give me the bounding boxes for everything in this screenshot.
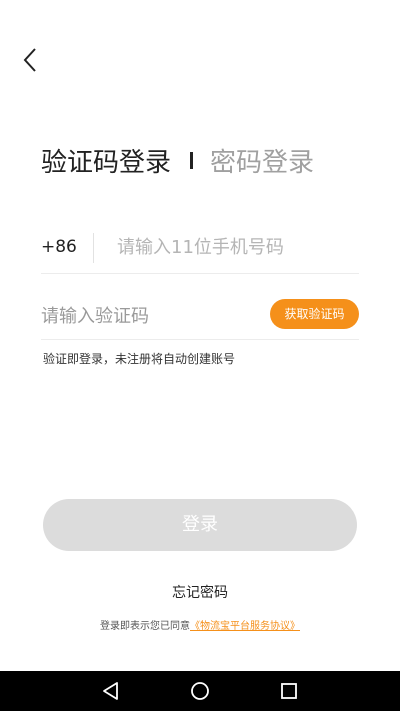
agreement-link[interactable]: 《物流宝平台服务协议》: [190, 621, 300, 632]
back-button[interactable]: [18, 44, 46, 76]
auto-register-hint: 验证即登录，未注册将自动创建账号: [43, 352, 236, 366]
login-button[interactable]: 登录: [43, 499, 357, 551]
forgot-password-link[interactable]: 忘记密码: [172, 585, 228, 601]
nav-back-button[interactable]: [100, 680, 122, 702]
login-tabs: 验证码登录 密码登录: [41, 140, 314, 180]
triangle-back-icon: [103, 682, 118, 700]
forgot-password-row: 忘记密码: [0, 582, 400, 602]
tab-divider: [190, 151, 194, 169]
agreement-text: 登录即表示您已同意《物流宝平台服务协议》: [0, 617, 400, 632]
system-navigation-bar: [0, 671, 400, 711]
agreement-prefix: 登录即表示您已同意: [100, 621, 190, 632]
nav-recents-button[interactable]: [278, 680, 300, 702]
verification-code-input[interactable]: [41, 300, 241, 332]
login-screen: 验证码登录 密码登录 +86 获取验证码 验证即登录，未注册将自动创建账号 登录…: [0, 0, 400, 711]
tab-sms-login[interactable]: 验证码登录: [41, 142, 171, 179]
phone-input[interactable]: [117, 231, 357, 263]
tab-password-login[interactable]: 密码登录: [210, 142, 314, 179]
nav-home-button[interactable]: [189, 680, 211, 702]
phone-row: +86: [41, 222, 359, 274]
circle-home-icon: [191, 682, 209, 700]
square-recents-icon: [281, 683, 297, 699]
phone-divider: [93, 233, 94, 263]
get-code-button[interactable]: 获取验证码: [270, 299, 359, 329]
chevron-left-icon: [23, 48, 36, 72]
code-row: 获取验证码: [41, 291, 359, 340]
country-code-selector[interactable]: +86: [41, 237, 77, 257]
